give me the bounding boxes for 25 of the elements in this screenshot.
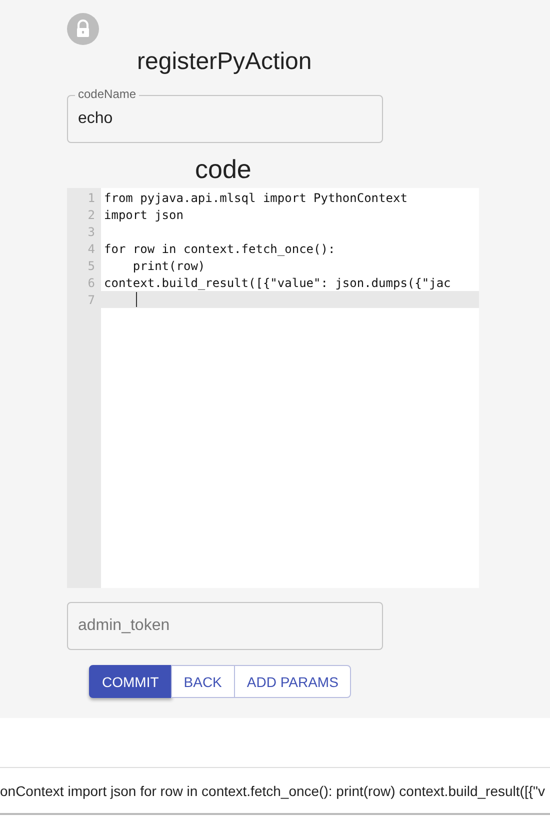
line-number: 7: [86, 292, 96, 306]
code-line: import json: [104, 208, 184, 222]
section-heading: code: [195, 154, 252, 186]
page-title: registerPyAction: [137, 48, 312, 77]
token-field[interactable]: admin_token: [67, 602, 383, 650]
code-editor[interactable]: 1 from pyjava.api.mlsql import PythonContext 2 import json 3 4 for row in context.fetch_once(): 5 print(row) 6 context.build_result([{"value": json.dumps({"jac 7: [67, 188, 479, 588]
action-button[interactable]: COMMIT: [89, 665, 172, 698]
field-value: echo: [78, 110, 113, 128]
code-line: print(row): [132, 258, 206, 272]
line-number: 5: [86, 258, 96, 272]
lock-icon: [67, 13, 99, 45]
code-line: context.build_result([{"value": json.dumps({"jac: [104, 276, 451, 290]
code-line: from pyjava.api.mlsql import PythonContext: [104, 190, 408, 204]
line-number: 6: [86, 276, 96, 290]
line-number: 3: [86, 224, 96, 238]
code-line: for row in context.fetch_once():: [104, 242, 336, 256]
field-label: codeName: [75, 87, 140, 101]
output-text: onContext import json for row in context.fetch_once(): print(row) context.build_result([{"v: [0, 782, 545, 798]
action-button[interactable]: BACK: [170, 665, 235, 698]
text-cursor: [136, 292, 137, 307]
line-number: 2: [86, 208, 96, 222]
field-placeholder: admin_token: [78, 617, 170, 635]
line-number: 4: [86, 242, 96, 256]
line-number: 1: [86, 190, 96, 204]
action-button[interactable]: ADD PARAMS: [234, 665, 352, 698]
